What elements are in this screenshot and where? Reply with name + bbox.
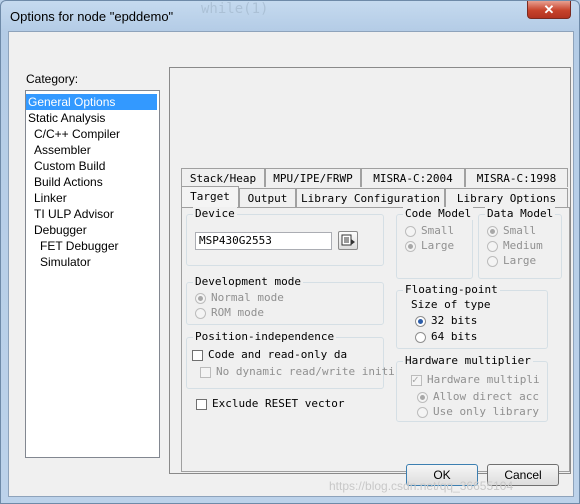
hardware-multiplier-group: Hardware multiplier Hardware multipli Al… xyxy=(396,354,548,422)
device-list-icon xyxy=(341,234,355,246)
code-model-small-label: Small xyxy=(421,224,455,237)
category-item-linker[interactable]: Linker xyxy=(34,190,67,206)
tab-library-configuration[interactable]: Library Configuration xyxy=(296,188,445,207)
category-item-debugger[interactable]: Debugger xyxy=(34,222,87,238)
tab-target[interactable]: Target xyxy=(181,186,239,207)
hardware-multiplier-label: Hardware multipli xyxy=(427,373,540,386)
category-list[interactable]: General Options Static Analysis C/C++ Co… xyxy=(25,90,160,458)
no-dynamic-label: No dynamic read/write initi xyxy=(216,365,395,378)
hardware-multiplier-checkbox[interactable] xyxy=(411,373,422,386)
float-64-bits-radio[interactable] xyxy=(415,332,426,343)
use-only-library-radio[interactable] xyxy=(417,407,428,418)
device-group: Device MSP430G2553 xyxy=(186,207,384,266)
code-model-large-radio[interactable] xyxy=(405,241,416,252)
data-model-title: Data Model xyxy=(485,207,556,220)
development-mode-title: Development mode xyxy=(193,275,303,288)
tab-library-options[interactable]: Library Options xyxy=(445,188,568,207)
float-32-bits-label: 32 bits xyxy=(431,314,478,327)
code-readonly-checkbox[interactable] xyxy=(192,350,203,361)
code-readonly-label: Code and read-only da xyxy=(208,348,348,361)
normal-mode-radio[interactable] xyxy=(195,293,206,304)
allow-direct-access-radio[interactable] xyxy=(417,392,428,403)
tab-output[interactable]: Output xyxy=(239,188,296,207)
title-bar[interactable]: Options for node "epddemo" while(1) ✕ xyxy=(1,1,579,31)
dialog-window: Options for node "epddemo" while(1) ✕ Ca… xyxy=(0,0,580,504)
data-model-group: Data Model Small Medium Large xyxy=(478,207,562,279)
data-model-medium-radio[interactable] xyxy=(487,241,498,252)
exclude-reset-checkbox[interactable] xyxy=(196,399,207,410)
category-item-fet-debugger[interactable]: FET Debugger xyxy=(40,238,119,254)
tab-mpu-ipe-frwp[interactable]: MPU/IPE/FRWP xyxy=(265,168,361,187)
data-model-large-radio[interactable] xyxy=(487,256,498,267)
position-independence-title: Position-independence xyxy=(193,330,337,343)
dialog-client: Category: General Options Static Analysi… xyxy=(8,31,574,497)
tab-misra-1998[interactable]: MISRA-C:1998 xyxy=(465,168,568,187)
normal-mode-label: Normal mode xyxy=(211,291,284,304)
device-group-title: Device xyxy=(193,207,237,220)
code-model-large-label: Large xyxy=(421,239,455,252)
data-model-large-label: Large xyxy=(503,254,537,267)
float-64-bits-label: 64 bits xyxy=(431,330,478,343)
device-select-button[interactable] xyxy=(338,231,358,250)
category-item-simulator[interactable]: Simulator xyxy=(40,254,91,270)
background-code-text: while(1) xyxy=(201,1,269,17)
floating-point-title: Floating-point xyxy=(403,283,500,296)
target-tab-content: Device MSP430G2553 Code Model Small Larg… xyxy=(181,207,570,472)
close-button[interactable]: ✕ xyxy=(527,1,571,19)
rom-mode-label: ROM mode xyxy=(211,306,264,319)
tab-misra-2004[interactable]: MISRA-C:2004 xyxy=(361,168,465,187)
code-model-title: Code Model xyxy=(403,207,474,220)
use-only-library-label: Use only library xyxy=(433,405,539,418)
category-item-ti-ulp-advisor[interactable]: TI ULP Advisor xyxy=(34,206,114,222)
size-of-type-label: Size of type xyxy=(411,298,491,311)
category-item-static-analysis[interactable]: Static Analysis xyxy=(28,110,105,126)
allow-direct-access-label: Allow direct acc xyxy=(433,390,539,403)
device-input[interactable]: MSP430G2553 xyxy=(195,232,332,250)
float-32-bits-radio[interactable] xyxy=(415,316,426,327)
window-title: Options for node "epddemo" xyxy=(10,9,174,24)
category-item-build-actions[interactable]: Build Actions xyxy=(34,174,103,190)
options-panel: Stack/Heap MPU/IPE/FRWP MISRA-C:2004 MIS… xyxy=(169,67,571,474)
data-model-medium-label: Medium xyxy=(503,239,543,252)
floating-point-group: Floating-point Size of type 32 bits 64 b… xyxy=(396,283,548,349)
hardware-multiplier-title: Hardware multiplier xyxy=(403,354,533,367)
data-model-small-label: Small xyxy=(503,224,537,237)
position-independence-group: Position-independence Code and read-only… xyxy=(186,330,395,389)
category-label: Category: xyxy=(26,72,79,86)
data-model-small-radio[interactable] xyxy=(487,226,498,237)
category-item-custom-build[interactable]: Custom Build xyxy=(34,158,105,174)
category-item-c-compiler[interactable]: C/C++ Compiler xyxy=(34,126,120,142)
code-model-small-radio[interactable] xyxy=(405,226,416,237)
rom-mode-radio[interactable] xyxy=(195,308,206,319)
close-icon: ✕ xyxy=(543,2,555,17)
category-item-general-options[interactable]: General Options xyxy=(26,94,157,110)
watermark: https://blog.csdn.net/qq_36655104 xyxy=(329,479,514,493)
no-dynamic-checkbox[interactable] xyxy=(200,367,211,378)
exclude-reset-label: Exclude RESET vector xyxy=(212,397,345,410)
category-item-assembler[interactable]: Assembler xyxy=(34,142,91,158)
code-model-group: Code Model Small Large xyxy=(396,207,474,279)
development-mode-group: Development mode Normal mode ROM mode xyxy=(186,275,384,325)
tab-stack-heap[interactable]: Stack/Heap xyxy=(181,168,265,187)
